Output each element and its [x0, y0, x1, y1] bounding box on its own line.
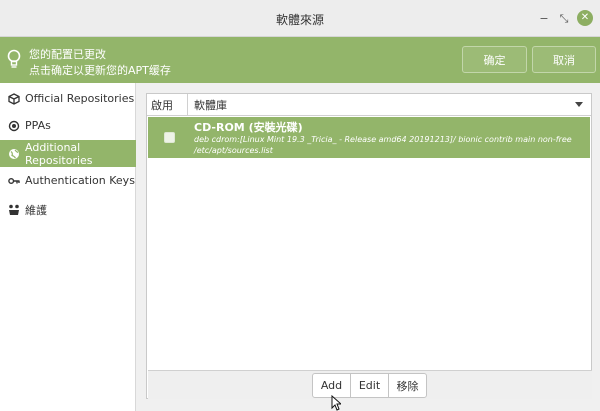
close-button[interactable]: ✕	[577, 10, 593, 26]
sidebar-item-maintenance[interactable]: 維護	[0, 196, 136, 223]
sidebar-item-additional-repositories[interactable]: Additional Repositories	[0, 140, 136, 167]
repository-source-file: /etc/apt/sources.list	[194, 146, 273, 155]
minimize-button[interactable]: −	[536, 10, 552, 26]
sidebar-item-ppas[interactable]: PPAs	[0, 112, 136, 139]
sidebar-item-authentication-keys[interactable]: Authentication Keys	[0, 167, 136, 194]
sidebar-item-label: Additional Repositories	[25, 140, 93, 167]
sidebar: Official Repositories PPAs Additional Re…	[0, 83, 136, 411]
sort-arrow-icon	[575, 102, 583, 107]
title-bar: 軟體來源 − ⤡ ✕	[0, 0, 600, 37]
ok-button[interactable]: 确定	[462, 46, 527, 73]
column-header-repository[interactable]: 軟體庫	[188, 94, 591, 116]
info-bar: 您的配置已更改 点击确定以更新您的APT缓存 确定 取消	[0, 37, 600, 83]
repository-line: deb cdrom:[Linux Mint 19.3 _Tricia_ - Re…	[194, 135, 572, 144]
package-icon	[8, 92, 20, 105]
key-icon	[8, 175, 20, 187]
sidebar-item-label: Official Repositories	[25, 92, 135, 105]
tools-icon	[8, 204, 20, 216]
edit-button[interactable]: Edit	[350, 373, 389, 398]
table-header: 啟用 軟體庫	[147, 94, 591, 116]
enable-checkbox[interactable]	[164, 132, 175, 143]
sidebar-item-official-repositories[interactable]: Official Repositories	[0, 85, 136, 112]
table-row[interactable]: CD-ROM (安裝光碟) deb cdrom:[Linux Mint 19.3…	[148, 117, 590, 158]
repository-panel: 啟用 軟體庫 CD-ROM (安裝光碟) deb cdrom:[Linux Mi…	[146, 93, 592, 399]
sidebar-item-label: Authentication Keys	[25, 174, 135, 187]
cancel-button[interactable]: 取消	[532, 46, 596, 73]
globe-icon	[8, 148, 20, 160]
sidebar-item-label: PPAs	[25, 119, 51, 132]
maximize-button[interactable]: ⤡	[556, 10, 572, 26]
remove-button[interactable]: 移除	[388, 373, 427, 398]
mouse-cursor-icon	[331, 395, 341, 411]
repository-title: CD-ROM (安裝光碟)	[194, 121, 303, 134]
lightbulb-icon	[7, 49, 21, 68]
changes-hint: 点击确定以更新您的APT缓存	[29, 64, 171, 77]
target-icon	[8, 120, 20, 132]
list-toolbar: Add Edit 移除	[148, 370, 592, 399]
sidebar-item-label: 維護	[25, 203, 47, 217]
repository-info: CD-ROM (安裝光碟) deb cdrom:[Linux Mint 19.3…	[194, 121, 572, 156]
column-header-label: 軟體庫	[194, 99, 227, 112]
changes-message: 您的配置已更改	[29, 48, 106, 61]
window-title: 軟體來源	[275, 13, 324, 27]
column-header-enabled[interactable]: 啟用	[147, 94, 188, 116]
